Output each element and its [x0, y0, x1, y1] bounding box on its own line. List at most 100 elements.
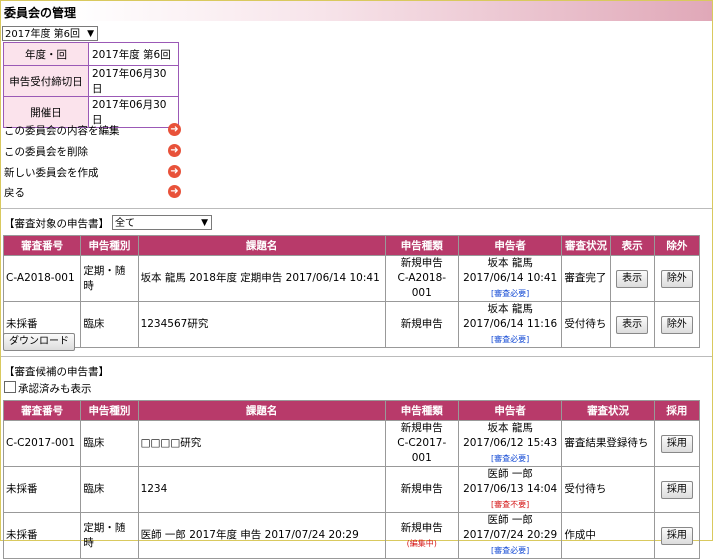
- applicant-cell: 医師 一郎 2017/06/13 14:04 [審査不要]: [457, 466, 563, 513]
- category: 臨床: [80, 301, 139, 348]
- column-header: 表示: [609, 235, 655, 256]
- review-tag: [審査必要]: [491, 546, 530, 555]
- type-line1: 新規申告: [400, 422, 443, 434]
- table-header-row: 審査番号 申告種別 課題名 申告種類 申告者 審査状況 表示 除外: [2, 235, 701, 256]
- column-header: 申告種類: [384, 235, 459, 256]
- committee-select[interactable]: 2017年度 第6回 ▼: [2, 26, 98, 41]
- exclude-button[interactable]: 除外: [660, 269, 693, 288]
- delete-committee-link[interactable]: この委員会を削除: [4, 144, 88, 159]
- download-wrap: ダウンロード: [3, 333, 75, 351]
- applicant-name: 坂本 龍馬: [487, 303, 533, 315]
- candidates-label: 【審査候補の申告書】: [4, 366, 109, 378]
- info-value: 2017年度 第6回: [88, 42, 179, 66]
- type-line1: 新規申告: [400, 318, 443, 330]
- edit-committee-link[interactable]: この委員会の内容を編集: [4, 123, 120, 138]
- column-header: 申告種類: [384, 400, 459, 421]
- application-type: 新規申告 C-C2017-001: [384, 420, 459, 467]
- info-label: 申告受付締切日: [3, 65, 89, 97]
- table-row: 未採番 臨床 1234567研究 新規申告 坂本 龍馬 2017/06/14 1…: [2, 301, 701, 348]
- column-header: 審査番号: [2, 235, 82, 256]
- applicant-date: 2017/07/24 20:29: [463, 529, 558, 541]
- applicant-cell: 医師 一郎 2017/07/24 20:29 [審査必要]: [457, 512, 563, 559]
- review-filter-select[interactable]: 全て ▼: [112, 215, 212, 230]
- table-header-row: 審査番号 申告種別 課題名 申告種類 申告者 審査状況 採用: [2, 400, 701, 421]
- review-status: 受付待ち: [561, 301, 611, 348]
- category: 定期・随時: [80, 512, 139, 559]
- table-row: C-A2018-001 定期・随時 坂本 龍馬 2018年度 定期申告 2017…: [2, 255, 701, 302]
- info-label: 年度・回: [3, 42, 89, 66]
- adopt-button[interactable]: 採用: [660, 480, 693, 499]
- review-status: 審査結果登録待ち: [561, 420, 655, 467]
- column-header: 課題名: [137, 235, 386, 256]
- table-row: 未採番 定期・随時 医師 一郎 2017年度 申告 2017/07/24 20:…: [2, 512, 701, 559]
- committee-info-table: 年度・回 2017年度 第6回 申告受付締切日 2017年06月30日 開催日 …: [3, 42, 179, 128]
- subject-title: 坂本 龍馬 2018年度 定期申告 2017/06/14 10:41: [137, 255, 386, 302]
- applicant-date: 2017/06/14 10:41: [463, 272, 558, 284]
- show-cell: 表示: [609, 255, 655, 302]
- application-type: 新規申告 C-A2018-001: [384, 255, 459, 302]
- applicant-date: 2017/06/14 11:16: [463, 318, 558, 330]
- back-link[interactable]: 戻る: [4, 185, 25, 200]
- review-status: 受付待ち: [561, 466, 655, 513]
- column-header: 審査状況: [561, 400, 655, 421]
- review-tag: [審査必要]: [491, 454, 530, 463]
- review-tag: [審査必要]: [491, 335, 530, 344]
- applicant-name: 医師 一郎: [487, 468, 533, 480]
- arrow-right-icon[interactable]: ➜: [168, 185, 181, 198]
- applicant-cell: 坂本 龍馬 2017/06/14 10:41 [審査必要]: [457, 255, 563, 302]
- divider: [1, 208, 712, 209]
- application-type: 新規申告: [384, 466, 459, 513]
- exclude-button[interactable]: 除外: [660, 315, 693, 334]
- type-line1: 新規申告: [400, 521, 443, 534]
- candidates-table: 審査番号 申告種別 課題名 申告種類 申告者 審査状況 採用 C-C2017-0…: [2, 400, 701, 559]
- type-line2: C-C2017-001: [397, 437, 447, 464]
- applicant-cell: 坂本 龍馬 2017/06/14 11:16 [審査必要]: [457, 301, 563, 348]
- table-row: C-C2017-001 臨床 □□□□研究 新規申告 C-C2017-001 坂…: [2, 420, 701, 467]
- column-header: 審査番号: [2, 400, 82, 421]
- category: 臨床: [80, 466, 139, 513]
- column-header: 課題名: [137, 400, 386, 421]
- applicant-name: 医師 一郎: [487, 514, 533, 526]
- table-row: 未採番 臨床 1234 新規申告 医師 一郎 2017/06/13 14:04 …: [2, 466, 701, 513]
- show-approved-checkbox[interactable]: [4, 381, 16, 393]
- review-status: 作成中: [561, 512, 655, 559]
- download-button[interactable]: ダウンロード: [3, 333, 75, 351]
- applicant-date: 2017/06/12 15:43: [463, 437, 558, 449]
- subject-title: 医師 一郎 2017年度 申告 2017/07/24 20:29: [137, 512, 386, 559]
- column-header: 採用: [653, 400, 701, 421]
- exclude-cell: 除外: [653, 301, 701, 348]
- review-number: C-A2018-001: [2, 255, 82, 302]
- adopt-button[interactable]: 採用: [660, 434, 693, 453]
- exclude-cell: 除外: [653, 255, 701, 302]
- create-committee-link[interactable]: 新しい委員会を作成: [4, 165, 99, 180]
- column-header: 申告種別: [80, 235, 139, 256]
- application-type: 新規申告: [384, 301, 459, 348]
- show-cell: 表示: [609, 301, 655, 348]
- review-tag: [審査必要]: [491, 289, 530, 298]
- subject-title: 1234567研究: [137, 301, 386, 348]
- adopt-button[interactable]: 採用: [660, 526, 693, 545]
- show-approved-label: 承認済みも表示: [18, 383, 92, 395]
- adopt-cell: 採用: [653, 466, 701, 513]
- applicant-name: 坂本 龍馬: [487, 422, 533, 434]
- page-title: 委員会の管理: [4, 6, 77, 20]
- adopt-cell: 採用: [653, 512, 701, 559]
- column-header: 申告者: [457, 400, 563, 421]
- show-button[interactable]: 表示: [616, 269, 649, 288]
- type-line1: 新規申告: [400, 483, 443, 495]
- committee-select-value: 2017年度 第6回: [5, 29, 80, 40]
- review-number: 未採番: [2, 512, 82, 559]
- applicant-cell: 坂本 龍馬 2017/06/12 15:43 [審査必要]: [457, 420, 563, 467]
- show-approved-toggle[interactable]: 承認済みも表示: [4, 381, 92, 396]
- chevron-down-icon: ▼: [201, 218, 208, 228]
- arrow-right-icon[interactable]: ➜: [168, 123, 181, 136]
- title-bar: 委員会の管理: [1, 1, 712, 21]
- category: 定期・随時: [80, 255, 139, 302]
- arrow-right-icon[interactable]: ➜: [168, 144, 181, 157]
- application-type: 新規申告 (編集中): [384, 512, 459, 559]
- subject-title: 1234: [137, 466, 386, 513]
- show-button[interactable]: 表示: [616, 315, 649, 334]
- arrow-right-icon[interactable]: ➜: [168, 165, 181, 178]
- review-targets-label: 【審査対象の申告書】: [4, 218, 109, 230]
- review-number: C-C2017-001: [2, 420, 82, 467]
